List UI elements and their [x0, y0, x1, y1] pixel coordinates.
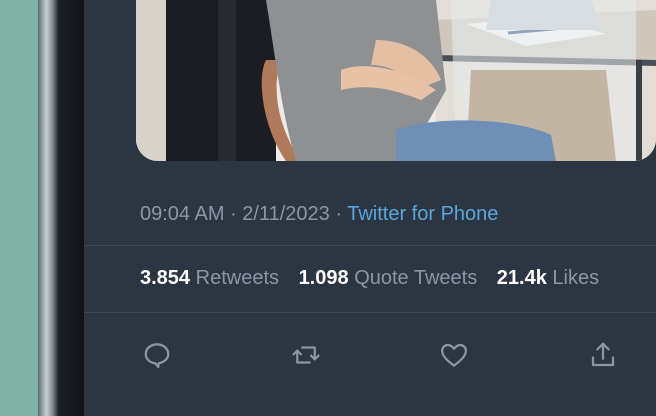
- likes-label: Likes: [552, 267, 600, 289]
- tweet-stats: 3.854 Retweets 1.098 Quote Tweets 21.4k …: [140, 267, 613, 290]
- tweet-time: 09:04 AM: [140, 203, 225, 225]
- tweet-detail-screen: 09:04 AM · 2/11/2023 · Twitter for Phone…: [84, 0, 656, 416]
- phone-bezel: [38, 0, 84, 416]
- tweet-media-image[interactable]: [136, 0, 656, 161]
- meta-separator: ·: [329, 203, 348, 225]
- retweets-stat[interactable]: 3.854 Retweets: [140, 267, 279, 289]
- retweets-count: 3.854: [140, 267, 191, 289]
- tweet-action-bar: [140, 338, 620, 372]
- tweet-timestamp-line: 09:04 AM · 2/11/2023 · Twitter for Phone: [140, 203, 498, 226]
- retweet-button[interactable]: [289, 338, 323, 372]
- like-button[interactable]: [437, 338, 471, 372]
- photo-illustration: [136, 0, 656, 161]
- likes-count: 21.4k: [496, 267, 547, 289]
- tweet-date: 2/11/2023: [242, 203, 330, 225]
- quote-tweets-label: Quote Tweets: [354, 267, 478, 289]
- retweets-label: Retweets: [195, 267, 279, 289]
- share-icon: [591, 342, 615, 367]
- share-button[interactable]: [586, 338, 620, 372]
- quote-tweets-count: 1.098: [298, 267, 349, 289]
- reply-icon: [144, 343, 170, 369]
- divider: [84, 312, 656, 313]
- tweet-source-link[interactable]: Twitter for Phone: [347, 203, 498, 225]
- like-icon: [441, 343, 468, 367]
- retweet-icon: [292, 346, 320, 364]
- divider: [84, 245, 656, 246]
- quote-tweets-stat[interactable]: 1.098 Quote Tweets: [299, 267, 478, 289]
- reply-button[interactable]: [140, 338, 174, 372]
- likes-stat[interactable]: 21.4k Likes: [497, 267, 599, 289]
- meta-separator: ·: [224, 203, 243, 225]
